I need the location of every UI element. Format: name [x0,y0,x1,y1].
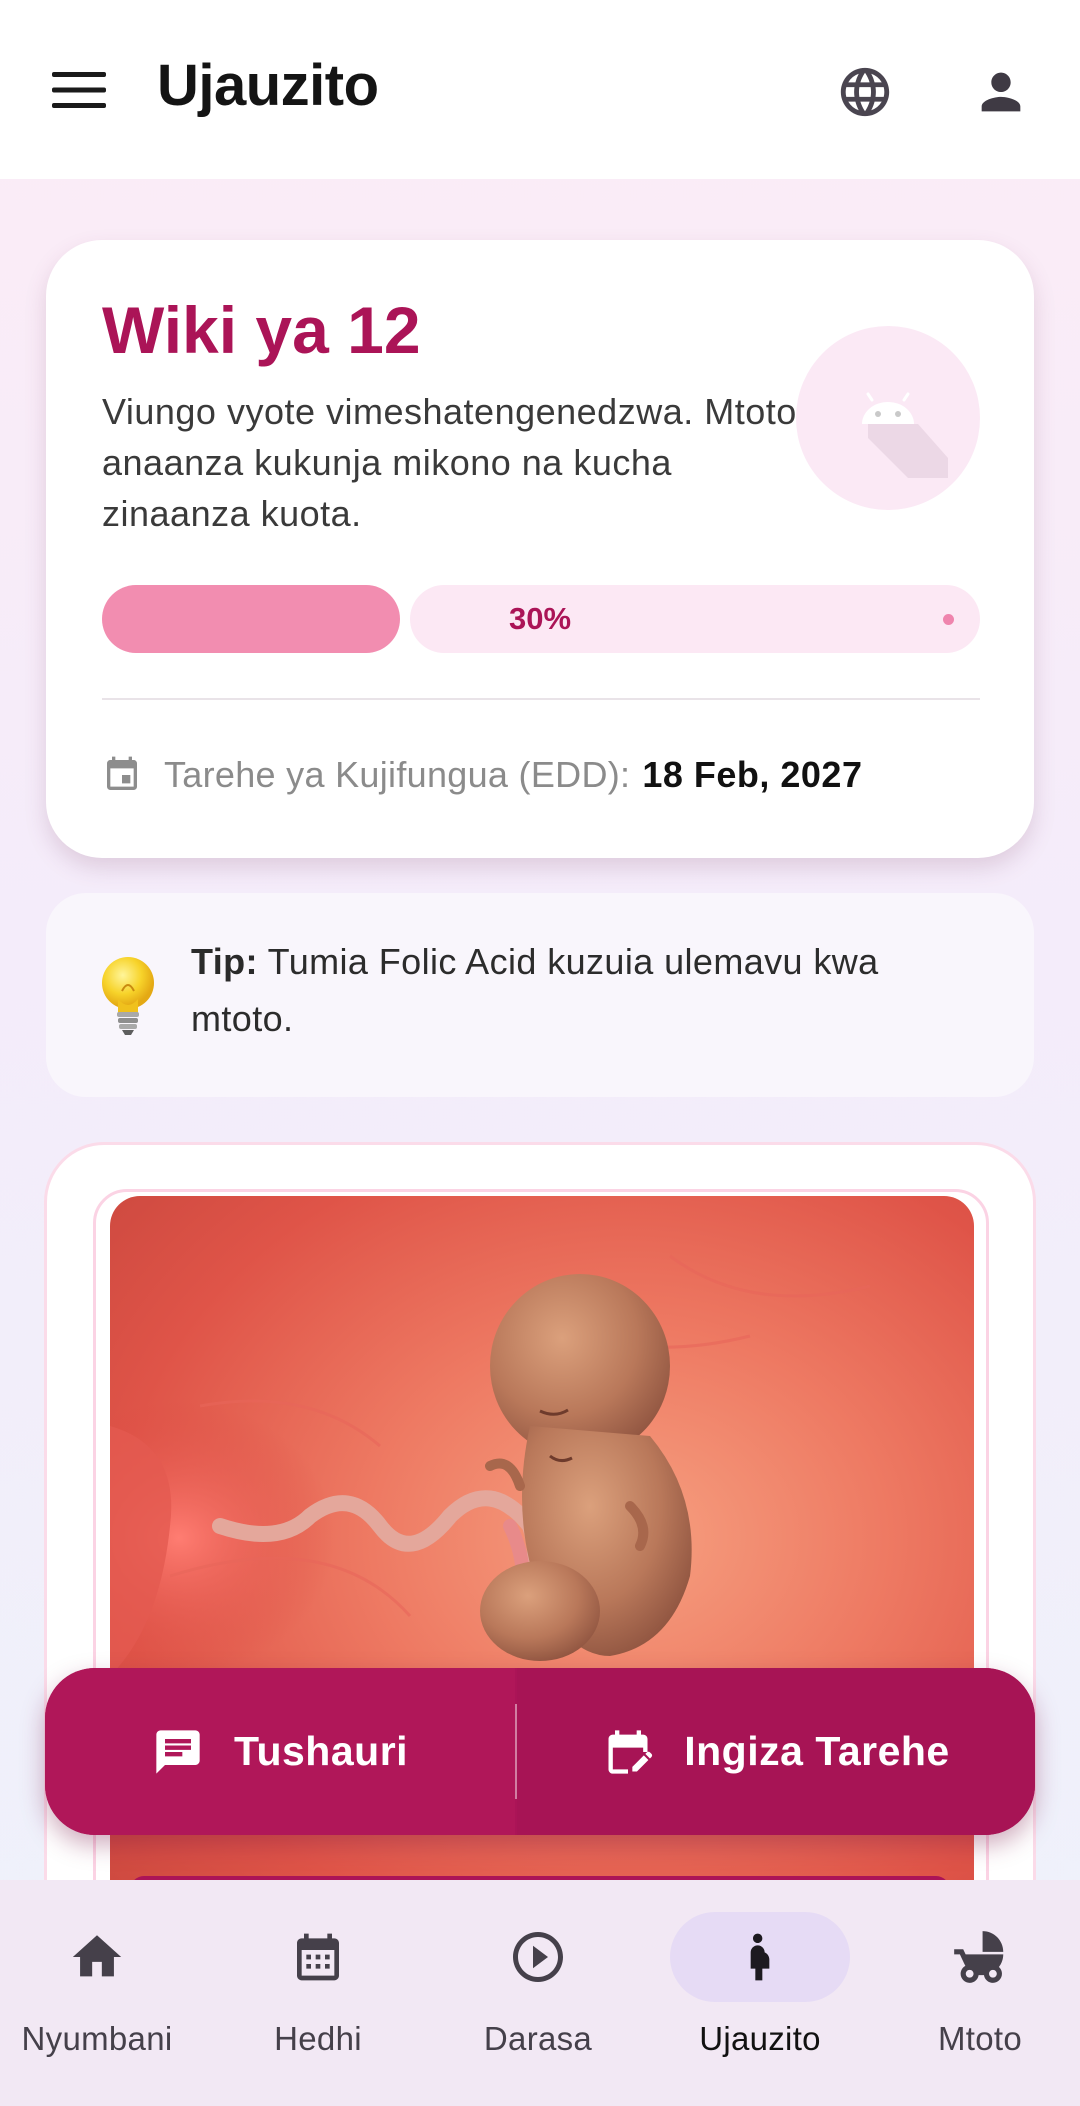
event-icon [102,755,142,795]
image-frame [93,1189,989,1949]
nav-label: Mtoto [937,2020,1023,2057]
nav-pill [448,1912,628,2002]
week-description: Viungo vyote vimeshatengenedzwa. Mtoto a… [102,391,797,534]
enter-date-button[interactable]: Ingiza Tarehe [517,1668,1035,1835]
chat-icon [152,1726,204,1778]
week-info-card: Wiki ya 12 Viungo vyote vimeshatengenedz… [46,240,1034,858]
progress-track: 30% [410,585,980,653]
nav-pill [228,1912,408,2002]
tip-body: Tumia Folic Acid kuzuia ulemavu kwa mtot… [191,941,879,1039]
nav-pill-active [670,1912,850,2002]
advice-button[interactable]: Tushauri [45,1668,515,1835]
nav-label: Nyumbani [21,2020,173,2057]
week-title: Wiki ya 12 [102,293,421,367]
tip-card: Tip: Tumia Folic Acid kuzuia ulemavu kwa… [46,893,1034,1097]
calendar-icon [297,1933,339,1981]
globe-icon [840,67,890,117]
menu-icon [52,72,106,108]
progress-end-dot [943,614,954,625]
android-placeholder-icon [862,392,948,478]
lightbulb-icon [102,957,154,1035]
account-icon [981,72,1021,112]
bottom-navigation: Nyumbani Hedhi Darasa Ujauzito Mtoto [0,1880,1080,2106]
nav-item-nyumbani[interactable]: Nyumbani [0,1912,205,2082]
language-button[interactable] [828,55,902,129]
pregnant-woman-icon [750,1933,770,1981]
stroller-icon [954,1931,1004,1983]
advice-button-label: Tushauri [233,1728,409,1774]
nav-label: Ujauzito [699,2020,821,2057]
fetus-illustration [110,1196,974,1946]
edit-calendar-icon [602,1726,654,1778]
nav-label: Darasa [483,2020,593,2057]
progress-fill [102,585,400,653]
nav-item-ujauzito[interactable]: Ujauzito [652,1912,868,2082]
nav-item-mtoto[interactable]: Mtoto [872,1912,1080,2082]
due-date-row: Tarehe ya Kujifungua (EDD): 18 Feb, 2027 [102,745,862,805]
top-app-bar: Ujauzito [0,0,1080,179]
home-icon [72,1935,122,1977]
enter-date-button-label: Ingiza Tarehe [684,1728,950,1774]
tip-text: Tip: Tumia Folic Acid kuzuia ulemavu kwa… [191,933,981,1047]
menu-button[interactable] [42,58,116,122]
progress-label: 30% [508,601,572,636]
divider [102,698,980,700]
due-date-value: 18 Feb, 2027 [642,754,863,795]
tip-prefix: Tip: [191,941,258,982]
nav-item-darasa[interactable]: Darasa [430,1912,646,2082]
action-bar: Tushauri Ingiza Tarehe [45,1668,1035,1835]
nav-label: Hedhi [274,2020,362,2057]
nav-pill [890,1912,1070,2002]
play-circle-icon [513,1932,563,1982]
baby-avatar [796,326,980,510]
nav-pill [7,1912,187,2002]
due-date-label: Tarehe ya Kujifungua (EDD): [164,754,631,795]
page-title: Ujauzito [157,53,379,118]
nav-item-hedhi[interactable]: Hedhi [210,1912,426,2082]
profile-button[interactable] [964,55,1038,129]
